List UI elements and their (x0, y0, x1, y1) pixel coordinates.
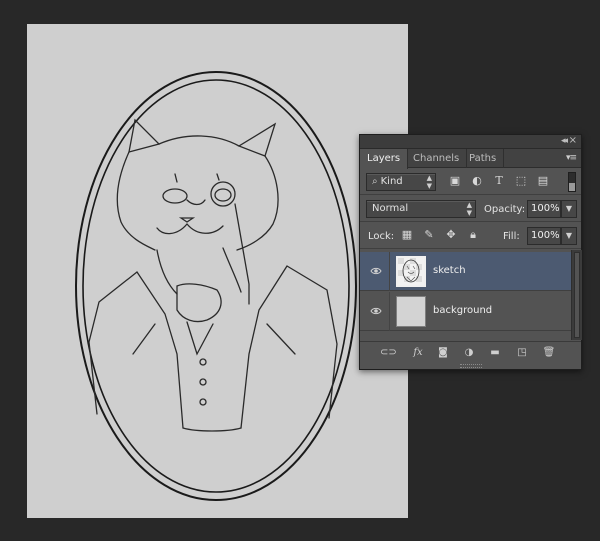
tab-paths[interactable]: Paths (462, 149, 505, 168)
dropdown-arrows-icon: ▲ ▼ (466, 201, 472, 217)
layer-style-icon[interactable]: fx (410, 346, 426, 360)
panel-bottom-toolbar: ⊂⊃ fx ◙ ◑ ▬ ◳ 🗑︎ (360, 341, 581, 363)
adjustment-filter-icon[interactable]: ◐ (470, 174, 484, 188)
fill-label: Fill: (503, 231, 520, 242)
panel-titlebar[interactable]: ◂◂ × (360, 135, 581, 149)
panel-resize-grip[interactable] (460, 364, 482, 368)
layer-row-sketch[interactable]: sketch (360, 252, 571, 291)
eye-icon (370, 267, 382, 275)
layers-panel: ◂◂ × Layers Channels Paths ▾≡ ⌕ Kind ▲ ▼ ▣… (359, 134, 582, 370)
opacity-label: Opacity: (484, 204, 526, 215)
lock-all-icon[interactable]: 🔒︎ (466, 228, 480, 242)
cat-sketch-artwork (75, 71, 357, 501)
layer-thumbnail (396, 256, 426, 287)
layer-row-background[interactable]: background (360, 292, 571, 331)
search-icon: ⌕ (372, 176, 378, 187)
type-filter-icon[interactable]: T (492, 174, 506, 188)
lock-label: Lock: (368, 231, 395, 242)
new-layer-icon[interactable]: ◳ (514, 346, 530, 360)
blend-row: Normal ▲ ▼ Opacity: 100% ▼ (360, 195, 581, 222)
fill-input[interactable]: 100% (527, 227, 561, 245)
visibility-toggle[interactable] (360, 292, 390, 331)
layer-mask-icon[interactable]: ◙ (435, 346, 451, 360)
lock-row: Lock: ▦ ✎ ✥ 🔒︎ Fill: 100% ▼ (360, 222, 581, 249)
smart-object-filter-icon[interactable]: ▤ (536, 174, 550, 188)
visibility-toggle[interactable] (360, 252, 390, 291)
layer-thumbnail (396, 296, 426, 327)
filter-kind-dropdown[interactable]: ⌕ Kind ▲ ▼ (366, 173, 436, 191)
opacity-input[interactable]: 100% (527, 200, 561, 218)
layer-name[interactable]: background (433, 305, 492, 316)
layers-list: sketch background (360, 250, 571, 340)
collapse-panel-icon[interactable]: ◂◂ (561, 136, 568, 146)
delete-layer-icon[interactable]: 🗑︎ (541, 346, 557, 360)
image-filter-icon[interactable]: ▣ (448, 174, 462, 188)
opacity-dropdown-button[interactable]: ▼ (561, 200, 577, 218)
layer-name[interactable]: sketch (433, 265, 466, 276)
lock-transparent-icon[interactable]: ▦ (400, 228, 414, 242)
tab-channels[interactable]: Channels (406, 149, 468, 168)
filter-kind-label: Kind (380, 176, 403, 187)
document-canvas[interactable] (27, 24, 408, 518)
blend-mode-value: Normal (372, 203, 409, 214)
link-layers-icon[interactable]: ⊂⊃ (380, 346, 397, 360)
eye-icon (370, 307, 382, 315)
sketch-thumbnail-icon (398, 258, 424, 285)
fill-dropdown-button[interactable]: ▼ (561, 227, 577, 245)
shape-filter-icon[interactable]: ⬚ (514, 174, 528, 188)
filter-row: ⌕ Kind ▲ ▼ ▣ ◐ T ⬚ ▤ (360, 169, 581, 195)
dropdown-arrows-icon: ▲ ▼ (426, 174, 432, 190)
panel-tabs: Layers Channels Paths ▾≡ (360, 149, 581, 169)
lock-image-icon[interactable]: ✎ (422, 228, 436, 242)
blend-mode-dropdown[interactable]: Normal ▲ ▼ (366, 200, 476, 218)
lock-position-icon[interactable]: ✥ (444, 228, 458, 242)
scrollbar-thumb[interactable] (574, 252, 580, 338)
filter-toggle[interactable] (568, 172, 576, 192)
new-group-icon[interactable]: ▬ (487, 346, 503, 360)
panel-menu-icon[interactable]: ▾≡ (566, 153, 577, 163)
tab-layers[interactable]: Layers (360, 149, 409, 169)
layers-scrollbar[interactable] (571, 250, 582, 340)
adjustment-layer-icon[interactable]: ◑ (461, 346, 477, 360)
close-panel-icon[interactable]: × (569, 135, 577, 146)
